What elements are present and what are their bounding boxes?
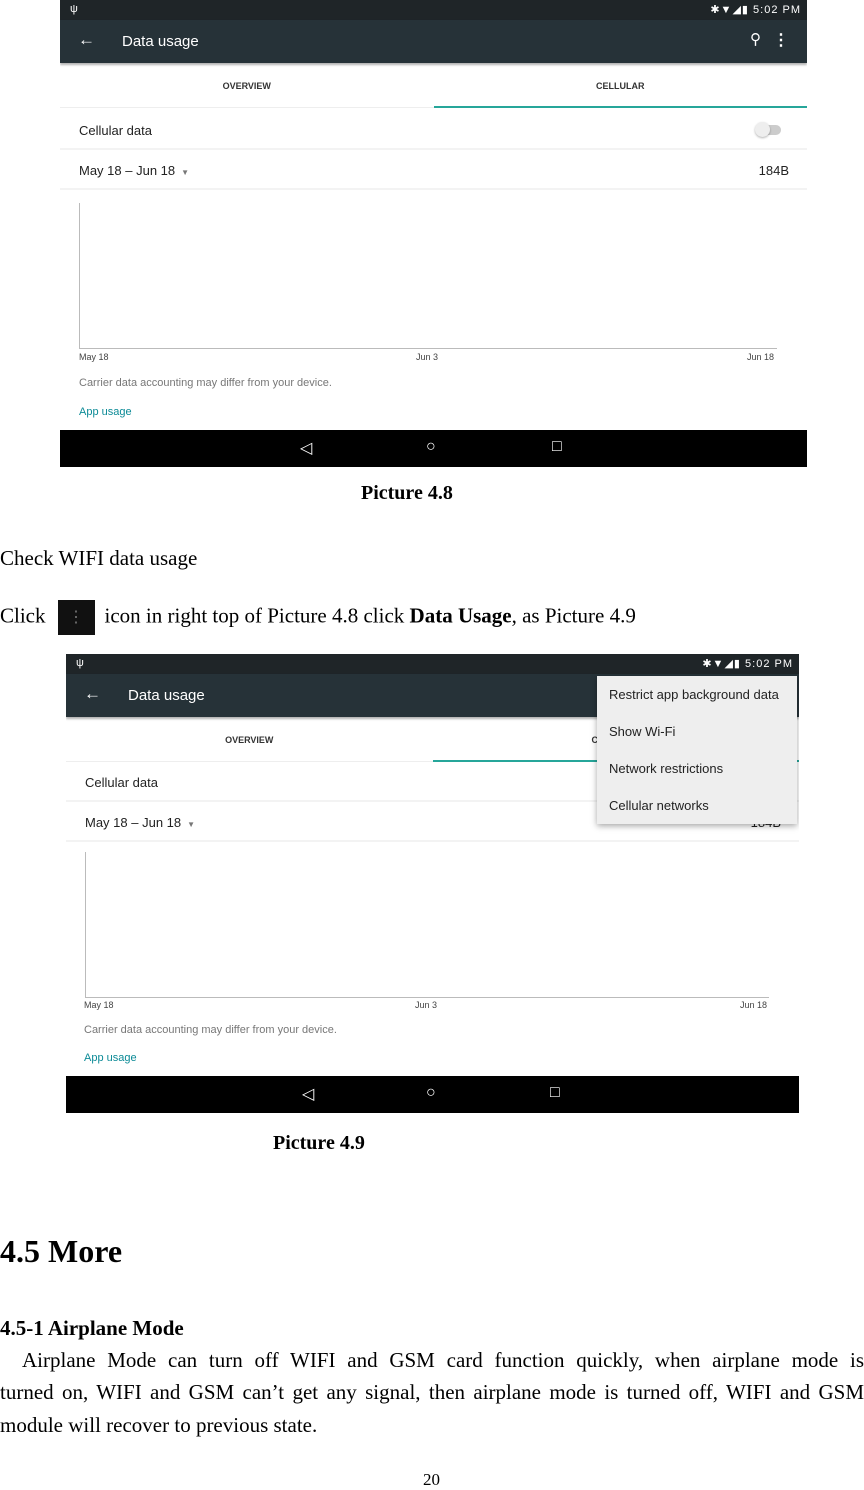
tab-overview[interactable]: OVERVIEW [60,65,434,108]
click-pre: Click [0,603,46,628]
screenshot-data-usage-menu: ψ ✱▼◢▮ 5:02 PM ← Data usage OVERVIEW CEL… [66,654,799,1113]
back-nav-icon[interactable]: ◁ [300,438,312,458]
more-options-icon[interactable]: ⋮ [773,30,789,50]
usage-total: 184B [758,163,789,178]
status-time: 5:02 PM [745,658,793,670]
menu-item-restrict-background[interactable]: Restrict app background data [597,676,797,713]
usage-chart [79,203,777,349]
click-post: , as Picture 4.9 [511,603,636,628]
menu-item-cellular-networks[interactable]: Cellular networks [597,787,797,824]
status-bar: ψ ✱▼◢▮ 5:02 PM [60,0,807,20]
back-nav-icon[interactable]: ◁ [302,1084,314,1104]
click-mid: icon in right top of Picture 4.8 click [104,603,405,628]
cellular-data-toggle[interactable] [755,122,781,137]
more-options-icon-image: ⋮ [57,600,95,635]
click-bold: Data Usage [409,603,512,628]
check-wifi-text: Check WIFI data usage [0,546,198,570]
cellular-data-label: Cellular data [85,775,158,790]
date-range[interactable]: May 18 – Jun 18 [79,163,175,178]
subsection-title: 4.5-1 Airplane Mode [0,1316,184,1340]
usage-chart [85,852,769,998]
screenshot-data-usage: ψ ✱▼◢▮ 5:02 PM ← Data usage ⚲ ⋮ OVERVIEW… [60,0,807,467]
x-label-end: Jun 18 [747,352,775,362]
status-icons: ✱▼◢▮ [702,658,746,670]
page-number: 20 [423,1470,440,1489]
back-arrow-icon[interactable]: ← [78,30,95,50]
tab-bar: OVERVIEW CELLULAR [60,65,807,108]
cellular-data-label: Cellular data [79,123,152,138]
x-label-mid: Jun 3 [415,1000,438,1010]
dropdown-caret-icon: ▼ [187,820,196,829]
nav-bar: ◁ ○ □ [66,1076,799,1113]
usb-icon: ψ [70,3,78,15]
menu-item-network-restrictions[interactable]: Network restrictions [597,750,797,787]
menu-item-show-wifi[interactable]: Show Wi-Fi [597,713,797,750]
paragraph-line-3: module will recover to previous state. [0,1413,318,1437]
carrier-note: Carrier data accounting may differ from … [84,1024,337,1036]
back-arrow-icon[interactable]: ← [84,684,101,704]
tab-overview[interactable]: OVERVIEW [66,719,433,762]
cellular-data-row[interactable]: Cellular data [60,110,807,150]
caption-picture-4-8: Picture 4.8 [361,482,453,504]
date-range[interactable]: May 18 – Jun 18 [85,815,181,830]
paragraph-line-1: Airplane Mode can turn off WIFI and GSM … [22,1348,864,1372]
tab-cellular[interactable]: CELLULAR [433,65,807,108]
dropdown-caret-icon: ▼ [181,168,190,177]
x-label-start: May 18 [79,352,109,362]
recents-nav-icon[interactable]: □ [550,1084,560,1102]
home-nav-icon[interactable]: ○ [426,438,436,456]
usb-icon: ψ [76,657,84,669]
status-time: 5:02 PM [753,4,801,16]
click-instruction: Click ⋮ icon in right top of Picture 4.8 c… [0,600,636,635]
toolbar: ← Data usage ⚲ ⋮ [60,20,807,63]
x-label-start: May 18 [84,1000,114,1010]
status-bar: ψ ✱▼◢▮ 5:02 PM [66,654,799,674]
app-usage-link[interactable]: App usage [79,406,132,418]
recents-nav-icon[interactable]: □ [552,438,562,456]
date-range-row[interactable]: May 18 – Jun 18 ▼ 184B [60,150,807,190]
carrier-note: Carrier data accounting may differ from … [79,377,332,389]
overflow-menu: Restrict app background data Show Wi-Fi … [597,676,797,824]
app-usage-link[interactable]: App usage [84,1052,137,1064]
caption-picture-4-9: Picture 4.9 [273,1132,365,1154]
page-title: Data usage [128,687,205,704]
x-label-end: Jun 18 [740,1000,768,1010]
home-nav-icon[interactable]: ○ [426,1084,436,1102]
section-title: 4.5 More [0,1233,123,1269]
search-icon[interactable]: ⚲ [750,30,761,48]
page-title: Data usage [122,33,199,50]
status-icons: ✱▼◢▮ [710,4,754,16]
x-label-mid: Jun 3 [416,352,439,362]
nav-bar: ◁ ○ □ [60,430,807,467]
paragraph-line-2: turned on, WIFI and GSM can’t get any si… [0,1380,864,1404]
